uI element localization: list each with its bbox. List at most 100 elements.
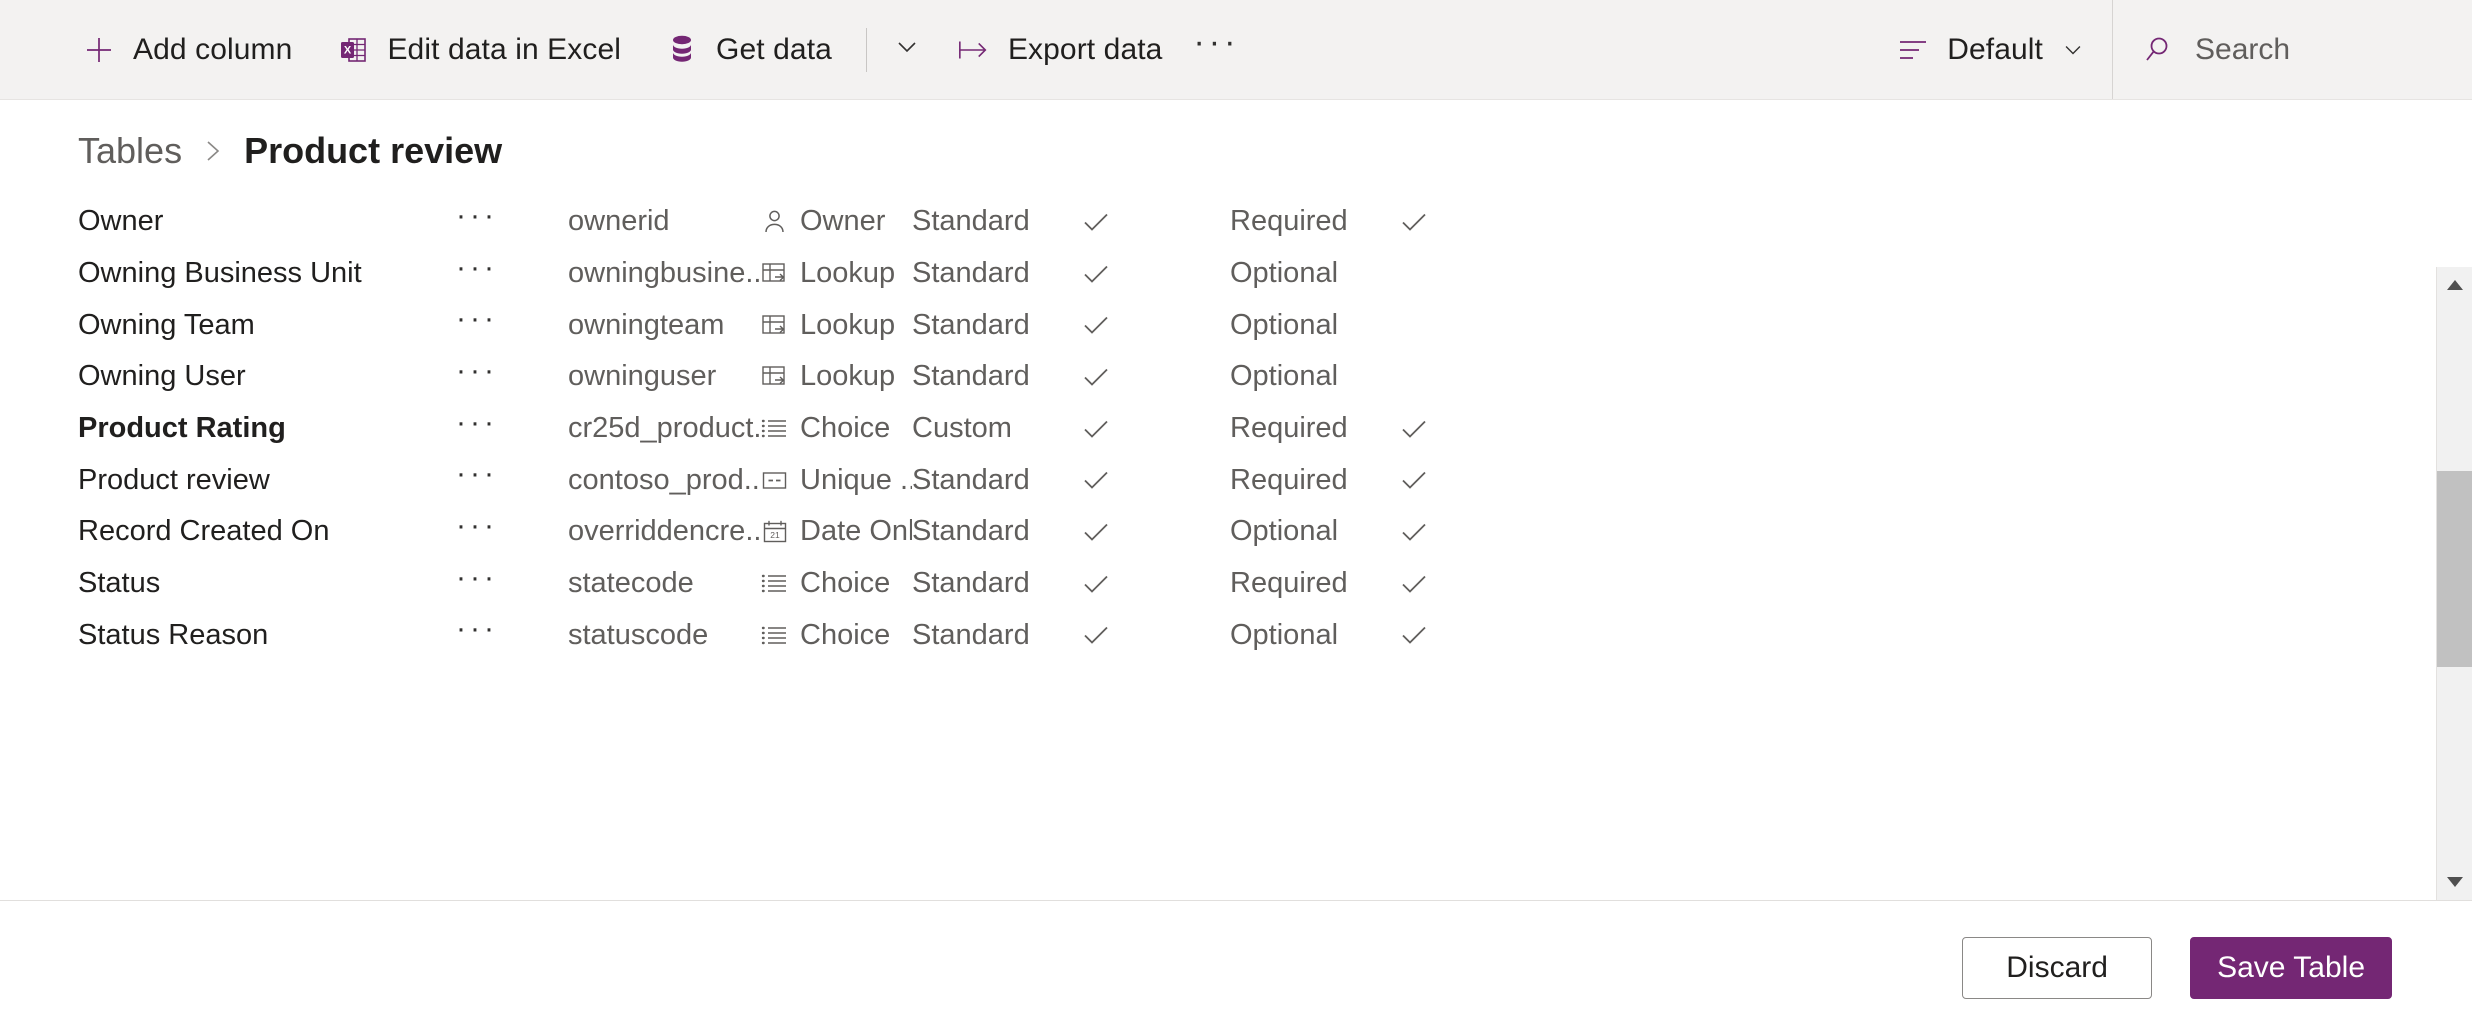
row-more-menu-button[interactable]: ··· [456, 561, 568, 607]
column-searchable-cell [1080, 309, 1230, 341]
edit-data-in-excel-button[interactable]: X Edit data in Excel [314, 0, 643, 99]
column-searchable-cell [1080, 413, 1230, 445]
table-columns-content: Tables Product review Owner ··· ownerid Own… [0, 100, 2472, 900]
unique-identifier-icon [760, 466, 789, 495]
table-row[interactable]: Product Rating ··· cr25d_product... Choice C… [0, 403, 2430, 455]
checkmark-icon [1080, 361, 1112, 393]
export-icon [957, 33, 991, 67]
column-data-type: Lookup [760, 257, 912, 290]
plus-icon [82, 33, 116, 67]
more-commands-button[interactable]: ··· [1184, 0, 1248, 99]
table-row[interactable]: Owning Business Unit ··· owningbusine... Lo… [0, 248, 2430, 300]
checkmark-icon [1080, 413, 1112, 445]
columns-grid: Owner ··· ownerid Owner Standard Required Owni… [0, 196, 2430, 900]
lookup-icon [760, 362, 789, 391]
discard-button[interactable]: Discard [1962, 937, 2153, 999]
column-secondary-check-cell [1398, 516, 1518, 548]
view-selector-button[interactable]: Default [1870, 0, 2112, 99]
get-data-chevron-button[interactable] [879, 0, 935, 99]
scroll-up-arrow-icon[interactable] [2437, 267, 2472, 303]
checkmark-icon [1080, 464, 1112, 496]
scrollbar-thumb[interactable] [2437, 471, 2472, 667]
row-more-menu-button[interactable]: ··· [456, 354, 568, 400]
breadcrumb-item-tables[interactable]: Tables [78, 130, 182, 172]
get-data-button[interactable]: Get data [643, 0, 854, 99]
column-secondary-check-cell [1398, 568, 1518, 600]
column-secondary-check-cell [1398, 464, 1518, 496]
column-data-type-label: Choice [800, 567, 891, 600]
breadcrumb-chevron-icon [200, 136, 226, 166]
column-display-name: Owner [78, 205, 164, 238]
column-searchable-cell [1080, 258, 1230, 290]
table-row[interactable]: Product review ··· contoso_prod... Unique .… [0, 454, 2430, 506]
column-data-type: Unique ... [760, 464, 912, 497]
table-row[interactable]: Status ··· statecode Choice Standard Required [0, 558, 2430, 610]
column-logical-name: cr25d_product... [568, 412, 760, 445]
column-requirement: Optional [1230, 308, 1339, 341]
column-requirement: Optional [1230, 515, 1339, 548]
search-box[interactable]: Search [2112, 0, 2472, 99]
checkmark-icon [1398, 516, 1430, 548]
column-data-type: Lookup [760, 360, 912, 393]
scroll-down-arrow-icon[interactable] [2437, 864, 2472, 900]
column-data-type-label: Choice [800, 412, 891, 445]
chevron-down-icon [2060, 33, 2086, 67]
grid-vertical-scrollbar[interactable] [2436, 267, 2472, 900]
excel-icon: X [336, 33, 370, 67]
edit-data-in-excel-label: Edit data in Excel [387, 32, 622, 66]
column-data-type-label: Choice [800, 618, 891, 651]
add-column-button[interactable]: Add column [60, 0, 314, 99]
row-more-menu-button[interactable]: ··· [456, 612, 568, 658]
export-data-label: Export data [1007, 32, 1163, 66]
column-customizability: Standard [912, 515, 1030, 548]
column-customizability: Standard [912, 463, 1030, 496]
save-table-button[interactable]: Save Table [2190, 937, 2392, 999]
row-more-menu-button[interactable]: ··· [456, 509, 568, 555]
column-searchable-cell [1080, 516, 1230, 548]
breadcrumb-item-current: Product review [244, 130, 503, 171]
lookup-icon [760, 259, 789, 288]
row-more-menu-button[interactable]: ··· [456, 251, 568, 297]
row-more-menu-button[interactable]: ··· [456, 406, 568, 452]
column-requirement: Optional [1230, 618, 1339, 651]
column-data-type-label: Lookup [800, 308, 896, 341]
column-data-type: Choice [760, 567, 912, 600]
choice-icon [760, 569, 789, 598]
column-display-name: Owning Team [78, 308, 255, 341]
table-row[interactable]: Status Reason ··· statuscode Choice Standard… [0, 610, 2430, 662]
table-row[interactable]: Owning Team ··· owningteam Lookup Standard Op… [0, 299, 2430, 351]
column-data-type-label: Lookup [800, 360, 896, 393]
column-data-type-label: Lookup [800, 257, 896, 290]
search-input[interactable]: Search [2195, 33, 2290, 67]
column-display-name: Product review [78, 463, 270, 496]
table-row[interactable]: Owning User ··· owninguser Lookup Standard Op… [0, 351, 2430, 403]
table-row[interactable]: Record Created On ··· overriddencre... 21 Da… [0, 506, 2430, 558]
lookup-icon [760, 311, 789, 340]
command-bar-left-group: Add column X Edit data in Excel Get data… [0, 0, 1248, 99]
column-display-name: Record Created On [78, 515, 330, 548]
column-secondary-check-cell [1398, 206, 1518, 238]
column-display-name: Product Rating [78, 412, 286, 445]
row-more-menu-button[interactable]: ··· [456, 302, 568, 348]
column-data-type-label: Date Only [800, 515, 912, 548]
column-searchable-cell [1080, 619, 1230, 651]
row-more-menu-button[interactable]: ··· [456, 457, 568, 503]
checkmark-icon [1080, 568, 1112, 600]
column-data-type-label: Unique ... [800, 463, 912, 496]
table-row[interactable]: Owner ··· ownerid Owner Standard Required [0, 196, 2430, 248]
toolbar-divider [865, 27, 867, 72]
column-display-name: Owning User [78, 360, 246, 393]
column-data-type: Choice [760, 412, 912, 445]
checkmark-icon [1080, 516, 1112, 548]
column-customizability: Standard [912, 308, 1030, 341]
column-data-type: Owner [760, 205, 912, 238]
column-searchable-cell [1080, 464, 1230, 496]
column-logical-name: ownerid [568, 205, 670, 238]
checkmark-icon [1398, 619, 1430, 651]
column-customizability: Custom [912, 412, 1012, 445]
export-data-button[interactable]: Export data [935, 0, 1185, 99]
choice-icon [760, 621, 789, 650]
column-customizability: Standard [912, 360, 1030, 393]
row-more-menu-button[interactable]: ··· [456, 199, 568, 245]
checkmark-icon [1398, 413, 1430, 445]
